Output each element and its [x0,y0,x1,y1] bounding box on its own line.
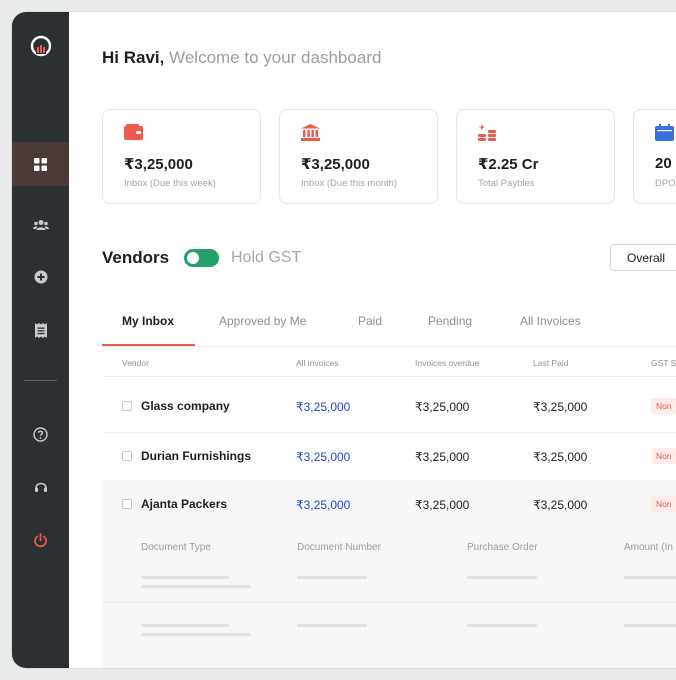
calendar-icon [655,124,674,146]
card-amount: ₹2.25 Cr [478,156,539,173]
all-invoices-amount[interactable]: ₹3,25,000 [296,498,350,512]
plus-circle-icon [34,270,47,284]
placeholder-line [467,576,537,579]
tab-pending[interactable]: Pending [428,314,472,328]
placeholder-line [297,576,367,579]
logo-icon [30,35,51,57]
tab-paid[interactable]: Paid [358,314,382,328]
users-icon [32,220,49,230]
gst-status-badge: Non [651,398,676,414]
summary-card-dpo[interactable]: 20 DPO [633,109,676,204]
greeting-name: Hi Ravi, [102,48,165,67]
divider [102,432,676,433]
sidebar-divider [24,380,57,381]
sidebar-item-add[interactable] [12,255,69,299]
gst-status-badge: Non [651,448,676,464]
placeholder-line [297,624,367,627]
column-header-gst[interactable]: GST S [651,358,676,368]
sidebar-item-users[interactable] [12,203,69,247]
tab-approved-by-me[interactable]: Approved by Me [219,314,306,328]
sidebar [12,12,69,668]
grid-icon [34,157,47,171]
card-label: Inbox (Due this week) [124,178,216,189]
gst-status-badge: Non [651,496,676,512]
last-paid-amount: ₹3,25,000 [533,450,588,464]
wallet-icon [124,124,143,145]
headset-icon [34,482,47,492]
placeholder-line [467,624,537,627]
card-label: Inbox (Due this month) [301,178,398,189]
app-window: Hi Ravi, Welcome to your dashboard ₹3,25… [12,12,676,668]
section-title: Vendors [102,248,170,267]
summary-card-total[interactable]: ₹2.25 Cr Total Paybles [456,109,615,204]
tab-all-invoices[interactable]: All Invoices [520,314,581,328]
card-amount: ₹3,25,000 [124,156,193,173]
all-invoices-amount[interactable]: ₹3,25,000 [296,450,350,464]
divider [102,602,676,603]
hold-gst-toggle[interactable] [184,249,219,267]
column-header-all-invoices[interactable]: All invoices [296,358,339,368]
row-checkbox[interactable] [122,451,132,461]
subheader-document-type: Document Type [141,542,211,553]
summary-card-week[interactable]: ₹3,25,000 Inbox (Due this week) [102,109,261,204]
page-title: Hi Ravi, Welcome to your dashboard [102,48,381,68]
divider [102,346,676,347]
coins-icon [478,124,497,146]
logo[interactable] [12,24,69,68]
hold-gst-label: Hold GST [231,249,302,266]
placeholder-line [141,624,229,627]
placeholder-line [141,633,251,636]
row-checkbox[interactable] [122,499,132,509]
sidebar-item-help[interactable] [12,412,69,456]
placeholder-line [141,585,251,588]
card-label: Total Paybles [478,178,535,189]
column-header-last-paid[interactable]: Last Paid [533,358,568,368]
sidebar-item-support[interactable] [12,465,69,509]
sidebar-item-dashboard[interactable] [12,142,69,186]
subheader-amount: Amount (In [624,542,673,553]
vendor-name[interactable]: Ajanta Packers [141,497,227,511]
power-icon [34,532,47,547]
card-label: DPO [655,178,676,189]
bank-icon [301,124,320,146]
sidebar-item-logout[interactable] [12,518,69,562]
subheader-document-number: Document Number [297,542,381,553]
last-paid-amount: ₹3,25,000 [533,498,588,512]
sidebar-item-invoices[interactable] [12,308,69,352]
greeting-subtitle: Welcome to your dashboard [169,48,382,67]
overdue-amount: ₹3,25,000 [415,400,470,414]
last-paid-amount: ₹3,25,000 [533,400,588,414]
row-checkbox[interactable] [122,401,132,411]
vendor-name[interactable]: Glass company [141,399,230,413]
overdue-amount: ₹3,25,000 [415,450,470,464]
subheader-purchase-order: Purchase Order [467,542,538,553]
tab-my-inbox[interactable]: My Inbox [122,314,174,328]
overall-dropdown[interactable]: Overall [610,244,676,271]
all-invoices-amount[interactable]: ₹3,25,000 [296,400,350,414]
receipt-icon [34,322,47,338]
vendor-name[interactable]: Durian Furnishings [141,449,251,463]
card-amount: 20 [655,155,672,172]
placeholder-line [624,576,676,579]
summary-card-month[interactable]: ₹3,25,000 Inbox (Due this month) [279,109,438,204]
card-amount: ₹3,25,000 [301,156,370,173]
overdue-amount: ₹3,25,000 [415,498,470,512]
main-content: Hi Ravi, Welcome to your dashboard ₹3,25… [69,12,676,668]
divider [102,376,676,377]
column-header-overdue[interactable]: Invoices overdue [415,358,479,368]
column-header-vendor[interactable]: Vendor [122,358,149,368]
placeholder-line [141,576,229,579]
help-icon [33,426,48,442]
tab-bar: My Inbox Approved by Me Paid Pending All… [102,304,676,346]
placeholder-line [624,624,676,627]
